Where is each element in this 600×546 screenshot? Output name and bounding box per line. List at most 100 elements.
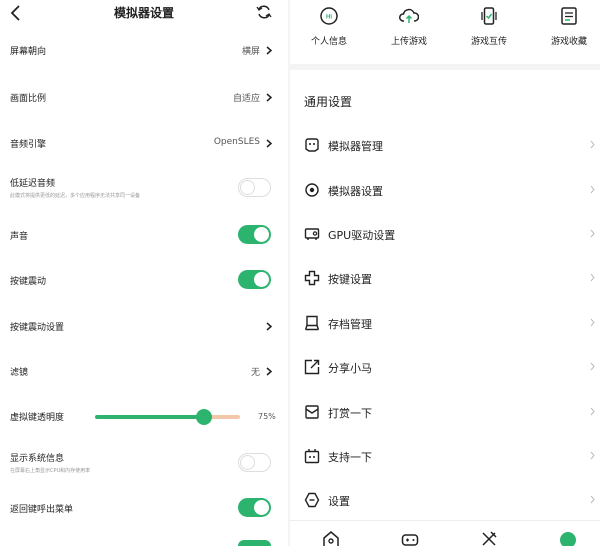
setting-description: 在屏幕右上角显示CPU和内存使用率 xyxy=(10,468,91,474)
back-menu-toggle[interactable] xyxy=(238,498,271,517)
menu-item-share[interactable]: 分享小马 xyxy=(290,359,600,403)
opacity-value: 75% xyxy=(258,412,276,421)
setting-row-key-vibration: 按键震动 xyxy=(0,270,288,290)
menu-label: 模拟器管理 xyxy=(328,140,383,153)
menu-label: 设置 xyxy=(328,495,350,508)
nav-label: 个人信息 xyxy=(310,37,347,47)
menu-item-reward[interactable]: 打赏一下 xyxy=(290,404,600,448)
setting-label: 画面比例 xyxy=(10,94,47,104)
refresh-icon[interactable] xyxy=(256,4,272,20)
chevron-right-icon xyxy=(590,407,595,416)
game-icon[interactable] xyxy=(401,530,419,546)
menu-item-emulator-settings[interactable]: 模拟器设置 xyxy=(290,182,600,226)
menu-label: 支持一下 xyxy=(328,451,372,464)
top-nav: Hi 个人信息 上传游戏 游戏互传 游戏收藏 xyxy=(290,0,600,66)
setting-label: 按键震动 xyxy=(10,277,47,287)
upload-icon xyxy=(399,8,419,23)
menu-item-save-manage[interactable]: 存档管理 xyxy=(290,315,600,359)
setting-label: 显示系统信息 xyxy=(10,454,65,464)
setting-value: 横屏 xyxy=(241,47,260,57)
chevron-right-icon xyxy=(590,273,595,282)
tools-icon[interactable] xyxy=(480,530,498,546)
gpu-icon xyxy=(304,228,320,240)
system-info-toggle[interactable] xyxy=(238,453,271,472)
gamepad-icon xyxy=(305,138,319,152)
sound-toggle[interactable] xyxy=(238,225,271,244)
chevron-right-icon xyxy=(590,362,595,371)
setting-row-filter[interactable]: 滤镜 无 xyxy=(0,365,288,379)
setting-row-vibration-settings[interactable]: 按键震动设置 xyxy=(0,320,288,334)
home-icon[interactable] xyxy=(322,530,340,546)
me-icon[interactable] xyxy=(560,532,576,546)
transfer-icon xyxy=(481,7,497,25)
toggle-knob xyxy=(240,455,255,470)
setting-row-orientation[interactable]: 屏幕朝向 横屏 xyxy=(0,44,288,58)
nav-label: 游戏收藏 xyxy=(550,37,587,47)
setting-label: 声音 xyxy=(10,232,29,242)
setting-description: 此模式将提供更低的延迟，多个应用程序无法共享同一设备 xyxy=(10,193,141,199)
setting-row-system-info: 显示系统信息 在屏幕右上角显示CPU和内存使用率 xyxy=(0,451,288,477)
chevron-right-icon xyxy=(590,140,595,149)
chevron-right-icon xyxy=(590,318,595,327)
setting-label: 虚拟键透明度 xyxy=(10,413,65,423)
setting-row-back-menu: 返回键呼出菜单 xyxy=(0,498,288,518)
toggle-knob xyxy=(254,500,269,515)
menu-label: 打赏一下 xyxy=(328,407,372,420)
setting-label: 滤镜 xyxy=(10,368,29,378)
svg-text:Hi: Hi xyxy=(326,15,332,21)
low-latency-toggle[interactable] xyxy=(238,178,271,197)
section-separator xyxy=(290,64,600,70)
setting-row-sound: 声音 xyxy=(0,225,288,245)
setting-value: OpenSLES xyxy=(213,137,260,147)
archive-icon xyxy=(304,315,320,331)
menu-item-key-settings[interactable]: 按键设置 xyxy=(290,270,600,314)
toggle-knob xyxy=(254,272,269,287)
chevron-right-icon xyxy=(266,93,272,102)
chevron-right-icon xyxy=(590,451,595,460)
profile-icon: Hi xyxy=(320,7,338,25)
header: 模拟器设置 xyxy=(0,0,288,26)
opacity-slider-thumb[interactable] xyxy=(196,409,212,425)
setting-row-aspect-ratio[interactable]: 画面比例 自适应 xyxy=(0,91,288,105)
chevron-right-icon xyxy=(266,46,272,55)
gear-icon xyxy=(305,183,319,197)
nav-profile[interactable]: Hi 个人信息 xyxy=(290,0,368,60)
share-icon xyxy=(304,359,320,375)
setting-value: 无 xyxy=(250,368,260,378)
section-title: 通用设置 xyxy=(304,95,353,109)
nav-upload[interactable]: 上传游戏 xyxy=(370,0,448,60)
opacity-slider-track-filled[interactable] xyxy=(95,415,204,419)
toggle-knob xyxy=(254,227,269,242)
nav-favorite[interactable]: 游戏收藏 xyxy=(530,0,600,60)
setting-row-audio-engine[interactable]: 音频引擎 OpenSLES xyxy=(0,137,288,151)
chevron-right-icon xyxy=(266,367,272,376)
menu-item-gpu-driver[interactable]: GPU驱动设置 xyxy=(290,226,600,270)
setting-label: 屏幕朝向 xyxy=(10,47,47,57)
reward-icon xyxy=(305,405,319,419)
menu-item-emulator-manage[interactable]: 模拟器管理 xyxy=(290,137,600,181)
key-vibration-toggle[interactable] xyxy=(238,270,271,289)
page-title: 模拟器设置 xyxy=(113,6,174,20)
chevron-right-icon xyxy=(590,229,595,238)
support-icon xyxy=(304,449,320,464)
menu-label: 模拟器设置 xyxy=(328,185,383,198)
nav-transfer[interactable]: 游戏互传 xyxy=(450,0,528,60)
chevron-right-icon xyxy=(590,185,595,194)
next-toggle-partial[interactable] xyxy=(238,540,271,546)
menu-item-support[interactable]: 支持一下 xyxy=(290,448,600,492)
settings-menu-panel: Hi 个人信息 上传游戏 游戏互传 游戏收藏 通用设置 模拟器管理 模拟器设置 … xyxy=(290,0,600,546)
setting-label: 低延迟音频 xyxy=(10,179,56,189)
favorite-icon xyxy=(561,7,577,25)
chevron-right-icon xyxy=(590,495,595,504)
setting-label: 音频引擎 xyxy=(10,140,47,150)
setting-label: 按键震动设置 xyxy=(10,323,65,333)
chevron-right-icon xyxy=(266,139,272,148)
toggle-knob xyxy=(240,180,255,195)
chevron-right-icon xyxy=(266,322,272,331)
menu-label: 存档管理 xyxy=(328,318,372,331)
menu-label: GPU驱动设置 xyxy=(328,229,396,242)
nav-label: 上传游戏 xyxy=(390,37,427,47)
dpad-icon xyxy=(304,270,320,286)
nav-label: 游戏互传 xyxy=(470,37,507,47)
setting-row-low-latency-audio: 低延迟音频 此模式将提供更低的延迟，多个应用程序无法共享同一设备 xyxy=(0,176,288,202)
